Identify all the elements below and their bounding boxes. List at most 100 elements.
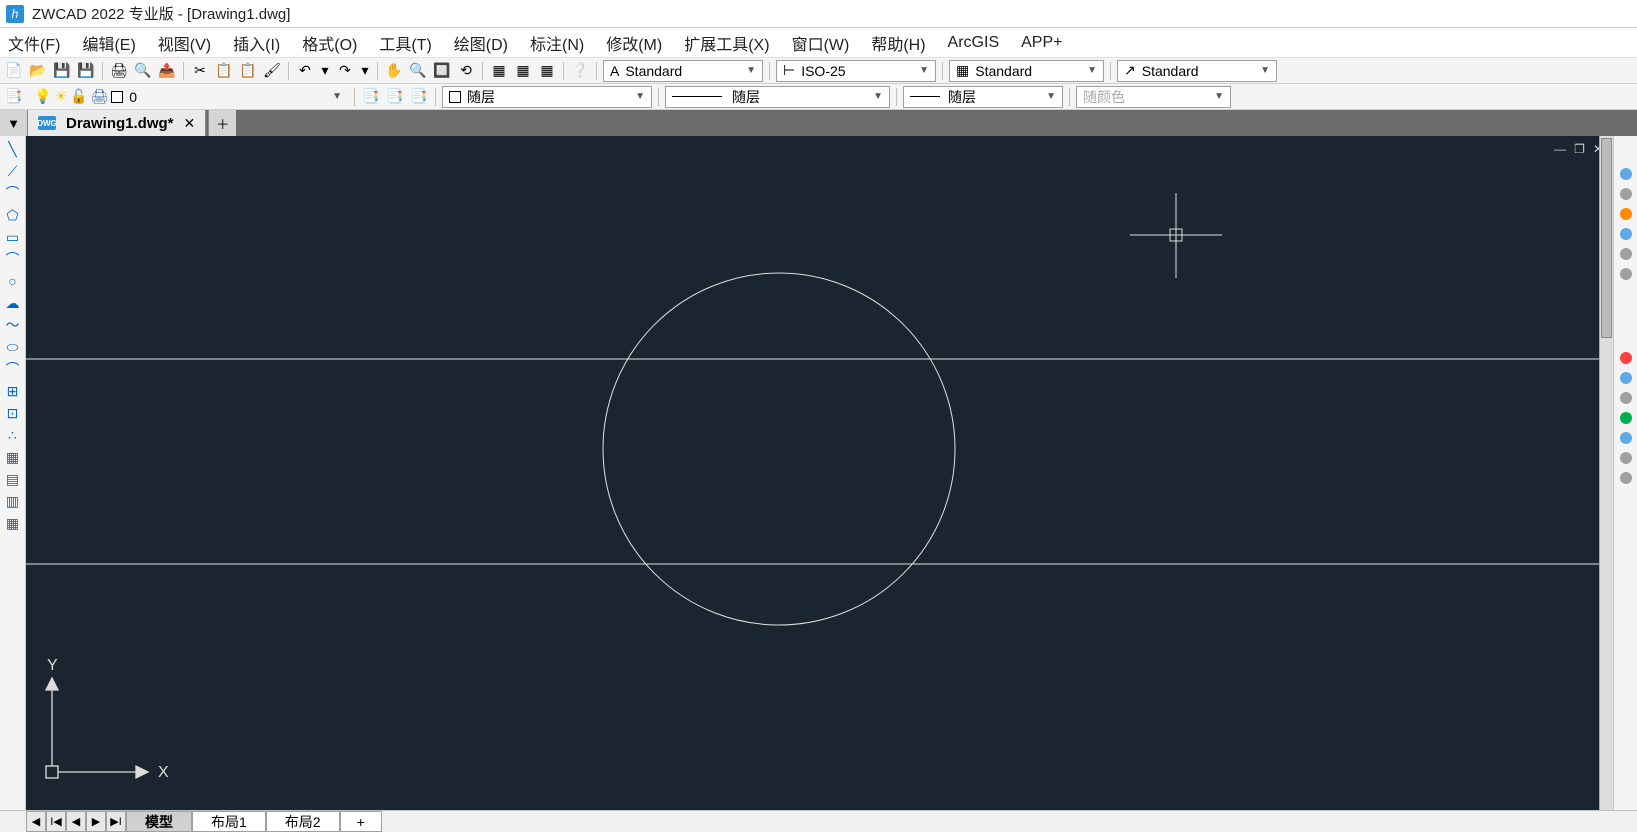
layer-manager-icon[interactable]: 📑 — [4, 87, 24, 107]
gradient-icon[interactable]: ▤ — [2, 468, 24, 490]
vertical-scrollbar[interactable] — [1599, 136, 1613, 810]
menu-help[interactable]: 帮助(H) — [871, 31, 925, 55]
nav-icon[interactable] — [1620, 452, 1632, 464]
nav-icon[interactable] — [1620, 412, 1632, 424]
new-icon[interactable]: 📄 — [4, 61, 24, 81]
make-block-icon[interactable]: ⊡ — [2, 402, 24, 424]
table-style-dropdown[interactable]: ▦ Standard ▼ — [949, 60, 1104, 82]
document-tab[interactable]: DWG Drawing1.dwg* ✕ — [28, 110, 206, 136]
spline-icon[interactable]: 〜 — [2, 314, 24, 336]
tool-palette-icon[interactable]: ▦ — [537, 61, 557, 81]
menu-file[interactable]: 文件(F) — [8, 31, 60, 55]
publish-icon[interactable]: 📤 — [157, 61, 177, 81]
menu-modify[interactable]: 修改(M) — [606, 31, 662, 55]
menu-dimension[interactable]: 标注(N) — [530, 31, 584, 55]
save-icon[interactable]: 💾 — [52, 61, 72, 81]
circle-icon[interactable]: ○ — [2, 270, 24, 292]
nav-icon[interactable] — [1620, 432, 1632, 444]
dim-style-dropdown[interactable]: ⊢ ISO-25 ▼ — [776, 60, 936, 82]
redo-dd-icon[interactable]: ▾ — [359, 61, 371, 81]
mleader-style-dropdown[interactable]: ↗ Standard ▼ — [1117, 60, 1277, 82]
matchprop-icon[interactable]: 🖌 — [262, 61, 282, 81]
copy-icon[interactable]: 📋 — [214, 61, 234, 81]
region-icon[interactable]: ▥ — [2, 490, 24, 512]
rectangle-icon[interactable]: ▭ — [2, 226, 24, 248]
plotstyle-dropdown[interactable]: 随颜色 ▼ — [1076, 86, 1231, 108]
pan-icon[interactable]: ✋ — [384, 61, 404, 81]
ellipse-icon[interactable]: ⬭ — [2, 336, 24, 358]
add-layout-tab[interactable]: + — [340, 811, 382, 832]
mleader-style-icon: ↗ — [1124, 62, 1136, 79]
model-tab[interactable]: 模型 — [126, 811, 192, 832]
hatch-icon[interactable]: ▦ — [2, 446, 24, 468]
menu-edit[interactable]: 编辑(E) — [82, 31, 135, 55]
zoom-previous-icon[interactable]: ⟲ — [456, 61, 476, 81]
line-icon[interactable]: ╲ — [2, 138, 24, 160]
print-icon[interactable]: 🖨 — [109, 61, 129, 81]
point-icon[interactable]: ∴ — [2, 424, 24, 446]
design-center-icon[interactable]: ▦ — [513, 61, 533, 81]
menu-insert[interactable]: 插入(I) — [233, 31, 280, 55]
nav-icon[interactable] — [1620, 248, 1632, 260]
properties-icon[interactable]: ▦ — [489, 61, 509, 81]
tab-next-icon[interactable]: ▶ — [86, 811, 106, 832]
menu-view[interactable]: 视图(V) — [158, 31, 211, 55]
arc-icon[interactable]: ⌒ — [2, 248, 24, 270]
drawing-canvas[interactable]: — ❐ ✕ X Y — [26, 136, 1613, 810]
redo-icon[interactable]: ↷ — [335, 61, 355, 81]
menu-format[interactable]: 格式(O) — [302, 31, 357, 55]
open-icon[interactable]: 📂 — [28, 61, 48, 81]
layer-iso-icon[interactable]: 📑 — [409, 87, 429, 107]
lineweight-dropdown[interactable]: 随层 ▼ — [903, 86, 1063, 108]
paste-icon[interactable]: 📋 — [238, 61, 258, 81]
cut-icon[interactable]: ✂ — [190, 61, 210, 81]
menu-draw[interactable]: 绘图(D) — [454, 31, 508, 55]
doc-tab-list-button[interactable]: ▼ — [0, 110, 28, 136]
table-icon[interactable]: ▦ — [2, 512, 24, 534]
nav-cube-icon[interactable] — [1620, 168, 1632, 180]
scroll-thumb[interactable] — [1601, 138, 1612, 338]
nav-icon[interactable] — [1620, 208, 1632, 220]
nav-icon[interactable] — [1620, 228, 1632, 240]
layout1-tab[interactable]: 布局1 — [192, 811, 266, 832]
tab-prev-icon[interactable]: ◀ — [66, 811, 86, 832]
scroll-left-icon[interactable]: ◀ — [26, 811, 46, 832]
layer-previous-icon[interactable]: 📑 — [361, 87, 381, 107]
polyline-icon[interactable]: ⌒ — [2, 182, 24, 204]
menu-express[interactable]: 扩展工具(X) — [684, 31, 769, 55]
nav-icon[interactable] — [1620, 268, 1632, 280]
construction-line-icon[interactable]: ⟋ — [2, 160, 24, 182]
tab-last-icon[interactable]: ▶I — [106, 811, 126, 832]
menu-app-plus[interactable]: APP+ — [1021, 34, 1062, 52]
nav-icon[interactable] — [1620, 392, 1632, 404]
separator — [482, 62, 483, 80]
nav-icon[interactable] — [1620, 352, 1632, 364]
add-tab-button[interactable]: ＋ — [208, 110, 236, 136]
nav-icon[interactable] — [1620, 472, 1632, 484]
nav-icon[interactable] — [1620, 188, 1632, 200]
nav-icon[interactable] — [1620, 372, 1632, 384]
help-icon[interactable]: ❔ — [570, 61, 590, 81]
undo-icon[interactable]: ↶ — [295, 61, 315, 81]
layer-state-icon[interactable]: 📑 — [385, 87, 405, 107]
zoom-window-icon[interactable]: 🔲 — [432, 61, 452, 81]
revcloud-icon[interactable]: ☁ — [2, 292, 24, 314]
ellipse-arc-icon[interactable]: ⌒ — [2, 358, 24, 380]
menu-window[interactable]: 窗口(W) — [792, 31, 850, 55]
linetype-dropdown[interactable]: 随层 ▼ — [665, 86, 890, 108]
polygon-icon[interactable]: ⬠ — [2, 204, 24, 226]
close-icon[interactable]: ✕ — [184, 115, 196, 132]
color-dropdown[interactable]: 随层 ▼ — [442, 86, 652, 108]
layout2-tab[interactable]: 布局2 — [266, 811, 340, 832]
zoom-realtime-icon[interactable]: 🔍 — [408, 61, 428, 81]
undo-dd-icon[interactable]: ▾ — [319, 61, 331, 81]
print-preview-icon[interactable]: 🔍 — [133, 61, 153, 81]
layer-dropdown[interactable]: 💡 ☀ 🔓 🖨 0 ▼ — [28, 86, 348, 108]
text-style-dropdown[interactable]: A Standard ▼ — [603, 60, 763, 82]
tab-first-icon[interactable]: I◀ — [46, 811, 66, 832]
saveall-icon[interactable]: 💾 — [76, 61, 96, 81]
insert-block-icon[interactable]: ⊞ — [2, 380, 24, 402]
menu-arcgis[interactable]: ArcGIS — [948, 34, 1000, 52]
layer-lock-icon: 🔓 — [70, 88, 87, 105]
menu-tools[interactable]: 工具(T) — [379, 31, 431, 55]
